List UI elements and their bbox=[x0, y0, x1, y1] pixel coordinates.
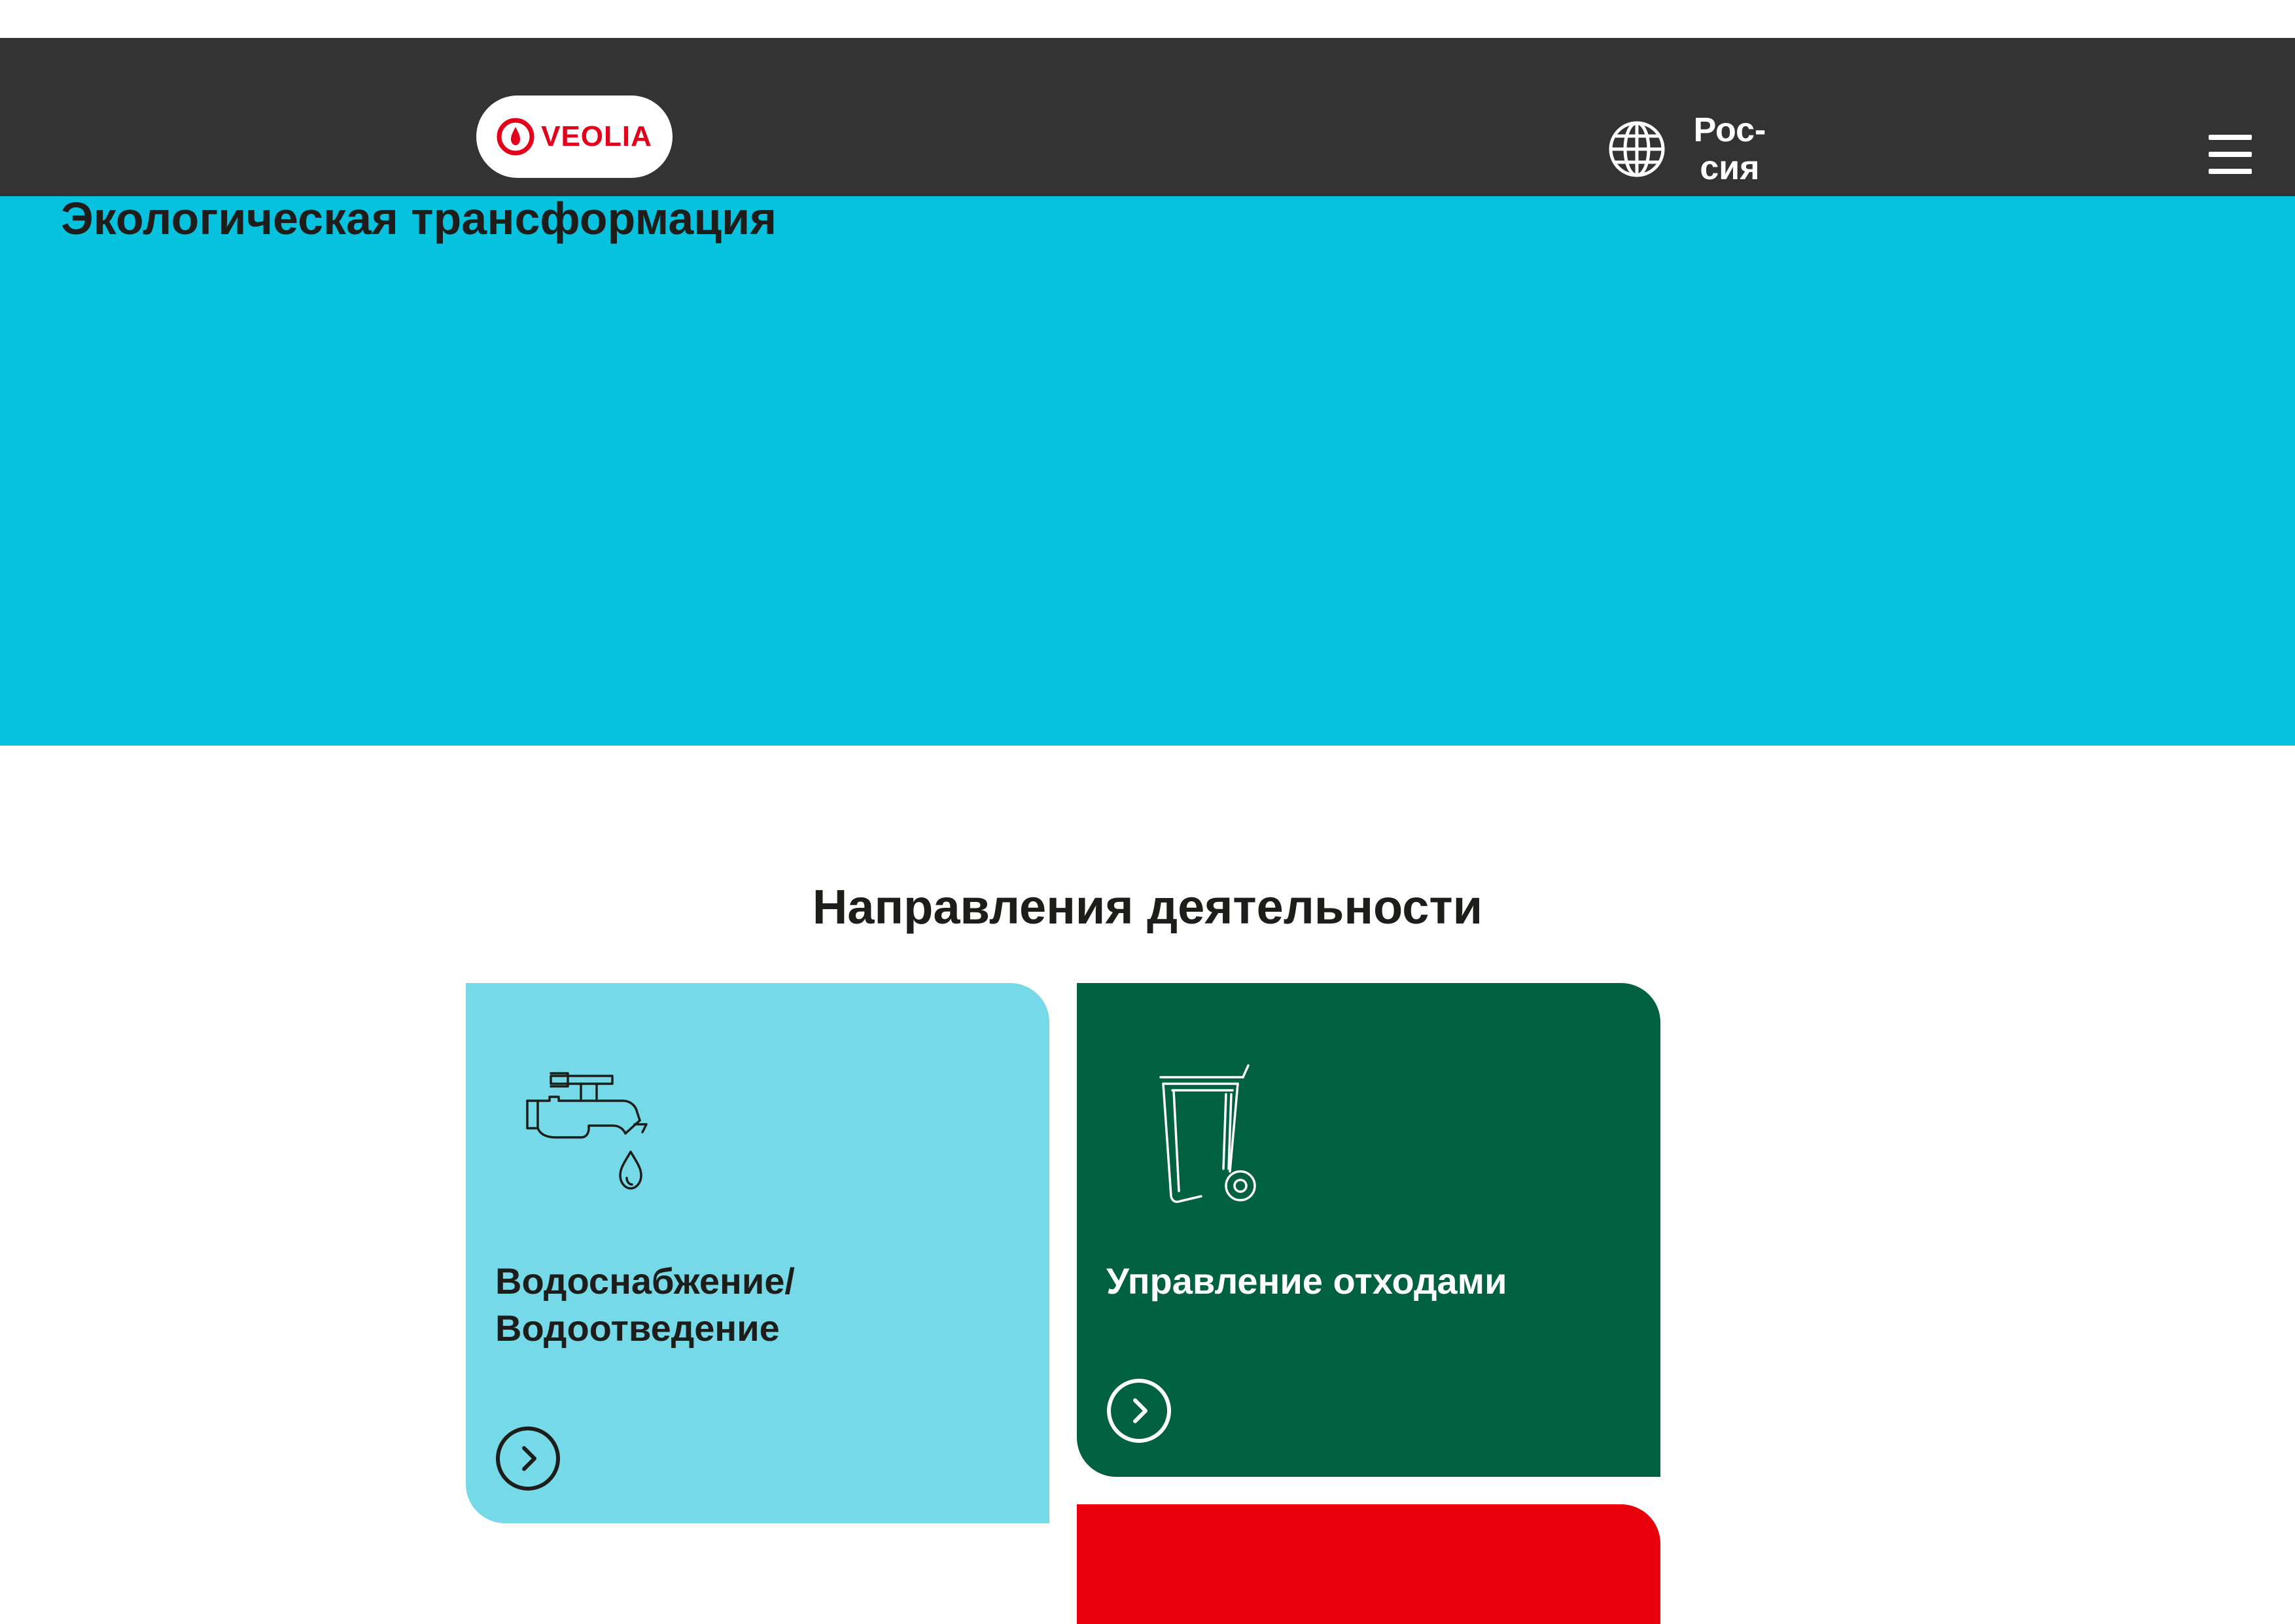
region-selector[interactable]: Рос- сия bbox=[1684, 111, 1776, 187]
hero-banner bbox=[0, 196, 2295, 746]
wheelie-bin-icon bbox=[1159, 1064, 1256, 1203]
page: VEOLIA Рос- сия Экологическая трансформа… bbox=[0, 0, 2295, 1624]
chevron-right-circle-icon[interactable] bbox=[1106, 1378, 1172, 1443]
veolia-logo[interactable]: VEOLIA bbox=[476, 95, 673, 178]
site-header: VEOLIA Рос- сия bbox=[0, 38, 2295, 196]
logo-text: VEOLIA bbox=[541, 120, 652, 152]
hero-title: Экологическая трансформация bbox=[61, 193, 777, 244]
chevron-right-circle-icon[interactable] bbox=[495, 1426, 561, 1491]
activity-card-waste[interactable]: Управление отходами bbox=[1077, 983, 1660, 1477]
card-label: Водоснабжение/ Водоотведение bbox=[495, 1260, 795, 1349]
veolia-logo-icon bbox=[497, 118, 534, 156]
hamburger-menu-icon[interactable] bbox=[2209, 135, 2252, 174]
card-label: Управление отходами bbox=[1106, 1260, 1507, 1302]
globe-icon[interactable] bbox=[1607, 119, 1667, 179]
section-title: Направления деятельности bbox=[812, 880, 1483, 934]
water-tap-icon bbox=[526, 1072, 648, 1190]
activity-card-water[interactable]: Водоснабжение/ Водоотведение bbox=[466, 983, 1049, 1523]
activity-card-energy[interactable] bbox=[1077, 1504, 1660, 1624]
